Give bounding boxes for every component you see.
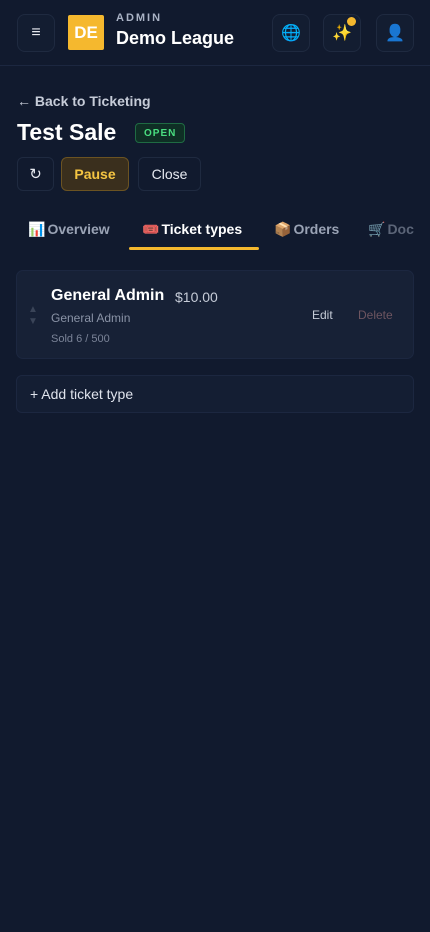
ticket-type-price: $10.00 <box>175 289 218 305</box>
ticket-type-description: General Admin <box>51 311 131 325</box>
org-name: Demo League <box>116 28 235 48</box>
ticket-type-sold-count: Sold 6 / 500 <box>51 333 110 345</box>
cart-icon: 🛒 <box>368 220 386 237</box>
tab-label: Overview <box>47 221 110 237</box>
tab-label: Orders <box>293 221 340 237</box>
tab-bar: 📊 Overview 🎟️ Ticket types 📦 Orders 🛒 Do… <box>0 208 430 252</box>
page-title: Test Sale <box>17 119 117 145</box>
close-button[interactable]: Close <box>138 157 201 191</box>
org-logo[interactable]: DE <box>68 15 104 50</box>
active-tab-indicator <box>129 247 259 250</box>
menu-icon[interactable]: ≡ <box>17 14 55 52</box>
ticket-type-card: ▲ ▼ General Admin $10.00 General Admin S… <box>16 270 414 359</box>
tab-label: Ticket types <box>161 221 243 237</box>
sparkle-icon: ✨ <box>332 25 352 42</box>
edit-ticket-button[interactable]: Edit <box>312 308 333 322</box>
app-header: ≡ DE ADMIN Demo League 🌐 ✨ 👤 <box>0 0 430 66</box>
tab-overview[interactable]: 📊 Overview <box>28 208 110 250</box>
ticket-type-name: General Admin <box>51 287 165 304</box>
tab-ticket-types[interactable]: 🎟️ Ticket types <box>142 208 242 250</box>
sparkle-button[interactable]: ✨ <box>323 14 361 52</box>
notification-dot <box>347 17 356 26</box>
user-icon[interactable]: 👤 <box>376 14 414 52</box>
delete-ticket-button[interactable]: Delete <box>358 308 393 322</box>
org-kicker: ADMIN <box>116 12 163 24</box>
add-ticket-type-button[interactable]: + Add ticket type <box>16 375 414 413</box>
tab-docs[interactable]: 🛒 Doc <box>368 208 414 250</box>
pause-button[interactable]: Pause <box>61 157 129 191</box>
package-icon: 📦 <box>274 220 292 237</box>
back-to-ticketing-link[interactable]: ← Back to Ticketing <box>17 93 151 109</box>
refresh-icon: ↻ <box>29 166 42 183</box>
ticket-icon: 🎟️ <box>142 220 160 237</box>
status-badge: OPEN <box>135 123 186 143</box>
refresh-button[interactable]: ↻ <box>17 157 54 191</box>
chart-icon: 📊 <box>28 220 46 237</box>
tab-orders[interactable]: 📦 Orders <box>274 208 339 250</box>
move-down-icon[interactable]: ▼ <box>28 316 38 327</box>
globe-icon[interactable]: 🌐 <box>272 14 310 52</box>
move-up-icon[interactable]: ▲ <box>28 304 38 315</box>
tab-label: Doc <box>387 221 414 237</box>
